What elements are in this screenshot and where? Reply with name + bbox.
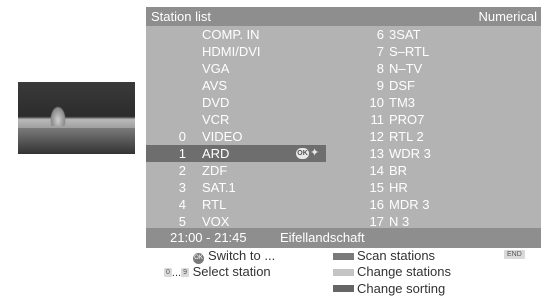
picture-preview [18, 82, 135, 154]
station-list-header: Station list Numerical [146, 7, 541, 26]
station-row[interactable]: COMP. IN [146, 26, 326, 43]
preview-ground [18, 128, 135, 154]
station-name: PRO7 [389, 112, 425, 127]
station-number: 13 [369, 146, 384, 161]
station-number: 0 [178, 129, 186, 144]
station-row[interactable]: 14 BR [346, 162, 536, 179]
station-row[interactable]: 3 SAT.1 [146, 179, 326, 196]
station-row[interactable]: 7 S–RTL [346, 43, 536, 60]
change-stations-label: Change stations [357, 264, 451, 279]
station-row[interactable]: 6 3SAT [346, 26, 536, 43]
programme-title: Eifellandschaft [280, 230, 365, 245]
station-row[interactable]: 12 RTL 2 [346, 128, 536, 145]
station-row-selected[interactable]: 1 ARD OK ✦ [146, 145, 326, 162]
end-key-icon: END [504, 250, 525, 259]
range-separator: ... [171, 267, 182, 279]
station-row[interactable]: AVS [146, 77, 326, 94]
station-row[interactable]: 0 VIDEO [146, 128, 326, 145]
red-key-icon [333, 253, 354, 260]
blue-key-icon [333, 285, 354, 292]
station-name: ARD [202, 146, 230, 161]
station-name: COMP. IN [202, 27, 260, 42]
station-row[interactable]: 4 RTL [146, 196, 326, 213]
station-name: 3SAT [389, 27, 421, 42]
switch-to-label: Switch to ... [208, 248, 276, 263]
station-number: 6 [376, 27, 384, 42]
station-row[interactable]: VCR [146, 111, 326, 128]
station-row[interactable]: DVD [146, 94, 326, 111]
station-number: 10 [369, 95, 384, 110]
station-row[interactable]: 16 MDR 3 [346, 196, 536, 213]
station-name: RTL [202, 197, 227, 212]
four-way-arrows-icon: ✦ [310, 147, 320, 159]
change-sorting-label: Change sorting [357, 281, 446, 296]
station-list-title: Station list [151, 9, 211, 24]
station-name: DVD [202, 95, 230, 110]
station-name: VCR [202, 112, 230, 127]
station-column-right: 6 3SAT 7 S–RTL 8 N–TV 9 DSF 10 TM3 11 PRO7 12 R… [346, 26, 536, 230]
station-name: N–TV [389, 61, 423, 76]
station-number: 15 [369, 180, 384, 195]
station-name: HR [389, 180, 408, 195]
station-row[interactable]: VGA [146, 60, 326, 77]
station-name: DSF [389, 78, 415, 93]
station-number: 3 [178, 180, 186, 195]
selection-controls: OK ✦ [296, 147, 319, 160]
station-row[interactable]: 15 HR [346, 179, 536, 196]
station-name: WDR 3 [389, 146, 431, 161]
station-name: S–RTL [389, 44, 430, 59]
station-number: 16 [369, 197, 384, 212]
station-number: 8 [376, 61, 384, 76]
station-number: 2 [178, 163, 186, 178]
station-number: 7 [376, 44, 384, 59]
station-name: MDR 3 [389, 197, 430, 212]
station-row[interactable]: 9 DSF [346, 77, 536, 94]
station-name: ZDF [202, 163, 228, 178]
station-row[interactable]: 11 PRO7 [346, 111, 536, 128]
station-number: 12 [369, 129, 384, 144]
programme-time: 21:00 - 21:45 [170, 230, 247, 245]
ok-key-icon: OK [193, 253, 204, 264]
station-column-left: COMP. IN HDMI/DVI VGA AVS DVD VCR 0 VIDEO… [146, 26, 326, 230]
station-row[interactable]: 13 WDR 3 [346, 145, 536, 162]
station-number: 11 [370, 112, 385, 127]
preview-tree [50, 106, 66, 126]
station-name: RTL 2 [389, 129, 424, 144]
ok-icon: OK [296, 148, 309, 159]
select-station-label: Select station [192, 264, 271, 279]
station-row[interactable]: 2 ZDF [146, 162, 326, 179]
programme-info-bar: 21:00 - 21:45 Eifellandschaft [146, 228, 541, 248]
station-number: 14 [369, 163, 384, 178]
station-name: TM3 [389, 95, 415, 110]
sort-mode-label: Numerical [478, 9, 537, 24]
green-key-icon [333, 269, 354, 276]
station-name: HDMI/DVI [202, 44, 261, 59]
station-name: VIDEO [202, 129, 243, 144]
station-number: 4 [178, 197, 186, 212]
station-name: BR [389, 163, 408, 178]
key-0-icon: 0 [164, 268, 172, 277]
station-row[interactable]: HDMI/DVI [146, 43, 326, 60]
station-name: VGA [202, 61, 230, 76]
scan-stations-label: Scan stations [357, 248, 436, 263]
station-number: 1 [178, 146, 186, 161]
legend-select: 0... 9 Select station [164, 264, 271, 281]
legend-switch: OK Switch to ... [193, 248, 275, 264]
key-9-icon: 9 [181, 268, 189, 277]
station-name: SAT.1 [202, 180, 236, 195]
station-row[interactable]: 8 N–TV [346, 60, 536, 77]
station-number: 9 [376, 78, 384, 93]
station-name: AVS [202, 78, 228, 93]
station-row[interactable]: 10 TM3 [346, 94, 536, 111]
station-list-panel: Station list Numerical COMP. IN HDMI/DVI… [146, 7, 541, 248]
